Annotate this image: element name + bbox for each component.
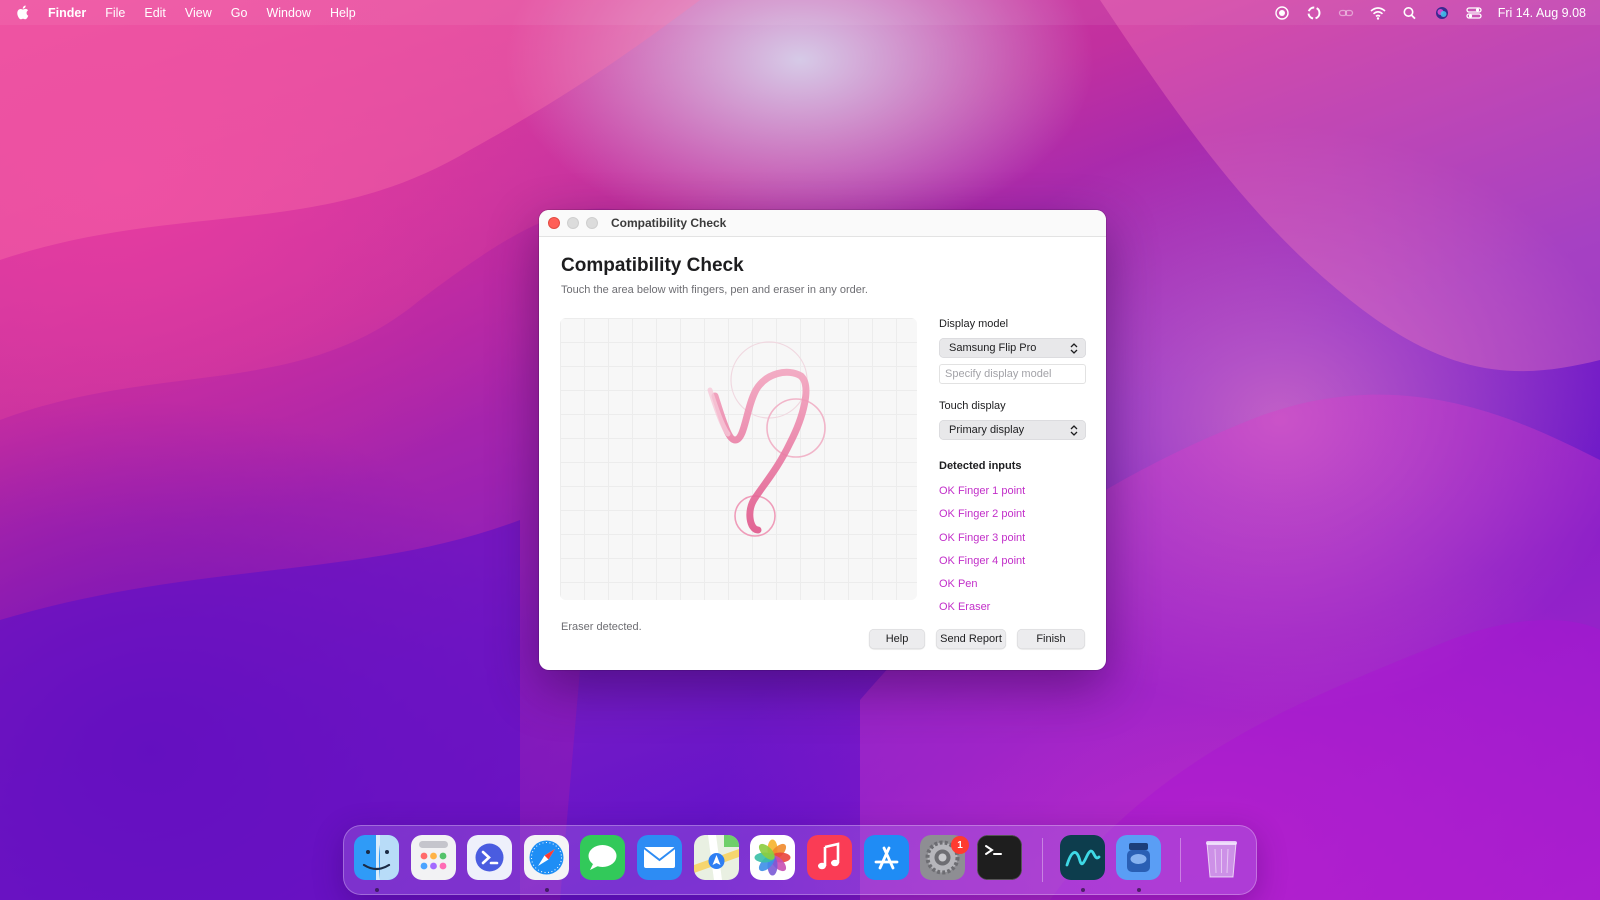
ink-app-icon[interactable] — [1116, 835, 1161, 880]
apple-icon[interactable] — [16, 5, 29, 20]
pen-driver-icon[interactable] — [1060, 835, 1105, 880]
finder-icon[interactable] — [354, 835, 399, 880]
spotlight-search-icon[interactable] — [1402, 6, 1418, 20]
menu-file[interactable]: File — [105, 6, 125, 20]
sync-icon[interactable] — [1306, 6, 1322, 20]
detected-inputs-list: OK Finger 1 point OK Finger 2 point OK F… — [939, 480, 1086, 620]
chevron-up-down-icon — [1070, 342, 1078, 354]
remote-desktop-icon[interactable] — [467, 835, 512, 880]
app-store-icon[interactable] — [864, 835, 909, 880]
menu-bar: Finder File Edit View Go Window Help Fri… — [0, 0, 1600, 25]
system-settings-badge: 1 — [951, 836, 969, 854]
menu-help[interactable]: Help — [330, 6, 356, 20]
detected-input-finger-4: OK Finger 4 point — [939, 554, 1026, 567]
help-button[interactable]: Help — [869, 629, 925, 649]
link-icon[interactable] — [1338, 6, 1354, 20]
menu-view[interactable]: View — [185, 6, 212, 20]
pen-driver-running-indicator — [1081, 888, 1085, 892]
chevron-up-down-icon — [1070, 424, 1078, 436]
terminal-icon[interactable] — [977, 835, 1022, 880]
window-titlebar[interactable]: Compatibility Check — [539, 210, 1106, 237]
minimize-window-button[interactable] — [567, 217, 579, 229]
trash-icon[interactable] — [1199, 835, 1244, 880]
detected-input-finger-2: OK Finger 2 point — [939, 508, 1026, 521]
dock-separator — [1180, 838, 1181, 882]
pen-stroke — [711, 368, 810, 534]
status-message: Eraser detected. — [561, 621, 642, 633]
specify-display-model-input[interactable] — [939, 364, 1086, 384]
detected-input-finger-3: OK Finger 3 point — [939, 531, 1026, 544]
display-model-select[interactable]: Samsung Flip Pro — [939, 338, 1086, 358]
pen-stroke-faint — [707, 387, 731, 437]
page-title: Compatibility Check — [561, 255, 744, 276]
dock-separator — [1042, 838, 1043, 882]
detected-inputs-label: Detected inputs — [939, 460, 1022, 472]
stroke-drawing — [707, 341, 826, 537]
send-report-button[interactable]: Send Report — [936, 629, 1006, 649]
menu-go[interactable]: Go — [231, 6, 248, 20]
detected-input-eraser: OK Eraser — [939, 601, 991, 614]
safari-icon[interactable] — [524, 835, 569, 880]
launchpad-icon[interactable] — [411, 835, 456, 880]
touch-display-label: Touch display — [939, 400, 1006, 412]
finder-running-indicator — [375, 888, 379, 892]
safari-running-indicator — [545, 888, 549, 892]
screen-record-icon[interactable] — [1274, 5, 1290, 20]
instruction-text: Touch the area below with fingers, pen a… — [561, 284, 868, 296]
menu-edit[interactable]: Edit — [144, 6, 166, 20]
detected-input-finger-1: OK Finger 1 point — [939, 485, 1026, 497]
zoom-window-button[interactable] — [586, 217, 598, 229]
photos-icon[interactable] — [750, 835, 795, 880]
window-title: Compatibility Check — [611, 216, 727, 230]
mail-icon[interactable] — [637, 835, 682, 880]
music-icon[interactable] — [807, 835, 852, 880]
display-model-value: Samsung Flip Pro — [949, 342, 1037, 354]
finish-button[interactable]: Finish — [1017, 629, 1085, 649]
touch-display-value: Primary display — [949, 424, 1025, 436]
siri-icon[interactable] — [1434, 6, 1450, 20]
compatibility-check-window: Compatibility Check Compatibility Check … — [539, 210, 1106, 670]
ink-app-running-indicator — [1137, 888, 1141, 892]
settings-panel: Display model Samsung Flip Pro Touch dis… — [939, 318, 1086, 620]
wifi-icon[interactable] — [1370, 6, 1386, 20]
messages-icon[interactable] — [580, 835, 625, 880]
display-model-label: Display model — [939, 318, 1009, 330]
menu-window[interactable]: Window — [266, 6, 310, 20]
touch-display-select[interactable]: Primary display — [939, 420, 1086, 440]
touch-test-area[interactable] — [560, 318, 917, 600]
menu-app-finder[interactable]: Finder — [48, 6, 86, 20]
menu-clock[interactable]: Fri 14. Aug 9.08 — [1498, 6, 1586, 20]
control-center-icon[interactable] — [1466, 6, 1482, 20]
close-window-button[interactable] — [548, 217, 560, 229]
detected-input-pen: OK Pen — [939, 578, 978, 591]
maps-icon[interactable] — [694, 835, 739, 880]
